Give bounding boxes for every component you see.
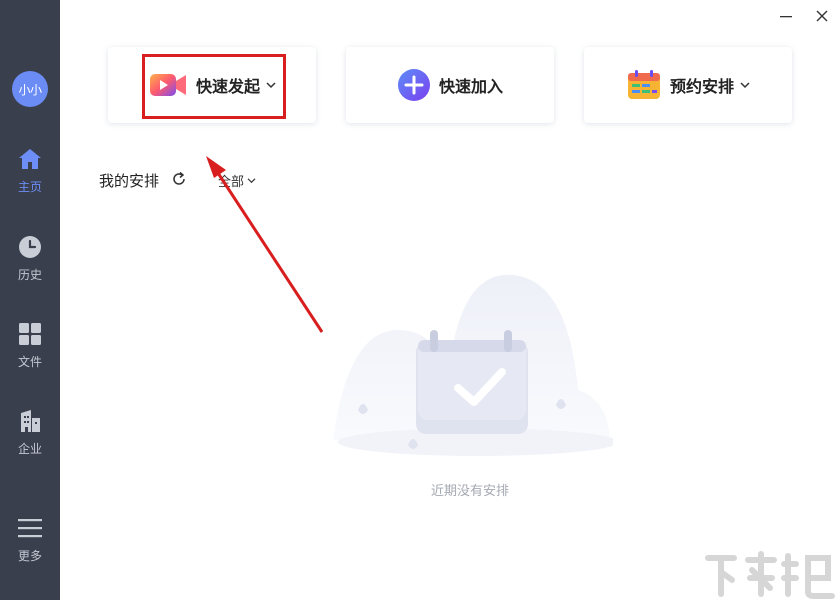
- home-icon: [17, 146, 43, 172]
- calendar-icon: [627, 70, 660, 99]
- filter-label: 全部: [218, 175, 245, 190]
- empty-state-text: 近期没有安排: [430, 484, 509, 499]
- filter-dropdown[interactable]: 全部: [218, 171, 256, 190]
- sidebar-item-label: 主页: [17, 180, 42, 194]
- avatar[interactable]: 小小: [12, 71, 48, 107]
- chevron-down-icon: [247, 178, 256, 184]
- minimize-button[interactable]: [776, 6, 796, 26]
- close-icon: [816, 10, 828, 22]
- schedule-button[interactable]: 预约安排: [584, 47, 792, 123]
- sidebar-item-label: 历史: [17, 268, 42, 282]
- sidebar-item-label: 更多: [17, 549, 42, 563]
- grid-icon: [17, 321, 43, 347]
- chevron-down-icon: [740, 82, 750, 89]
- clock-icon: [17, 234, 43, 260]
- plus-circle-icon: [397, 69, 430, 101]
- sidebar-item-files[interactable]: 文件: [0, 321, 60, 391]
- site-watermark-logo: [705, 551, 835, 599]
- minimize-icon: [780, 16, 792, 18]
- quick-join-label: 快速加入: [438, 77, 503, 96]
- sidebar-item-history[interactable]: 历史: [0, 234, 60, 304]
- sidebar-item-label: 企业: [17, 442, 42, 456]
- chevron-down-icon: [266, 82, 276, 89]
- section-title: 我的安排: [99, 172, 160, 190]
- close-button[interactable]: [812, 6, 832, 26]
- sidebar-item-more[interactable]: 更多: [0, 515, 60, 585]
- menu-icon: [17, 515, 43, 541]
- quick-start-button[interactable]: 快速发起: [108, 47, 316, 123]
- sidebar-item-home[interactable]: 主页: [0, 146, 60, 216]
- sidebar: 小小 主页 历史 文件 企业 更多: [0, 0, 60, 600]
- empty-calendar-illustration: [333, 274, 613, 456]
- sidebar-item-enterprise[interactable]: 企业: [0, 408, 60, 478]
- building-icon: [17, 408, 43, 434]
- schedule-label: 预约安排: [669, 77, 734, 96]
- video-camera-icon: [149, 74, 186, 96]
- refresh-icon[interactable]: [171, 171, 187, 191]
- quick-join-button[interactable]: 快速加入: [346, 47, 554, 123]
- quick-start-label: 快速发起: [195, 77, 260, 96]
- sidebar-item-label: 文件: [17, 355, 42, 369]
